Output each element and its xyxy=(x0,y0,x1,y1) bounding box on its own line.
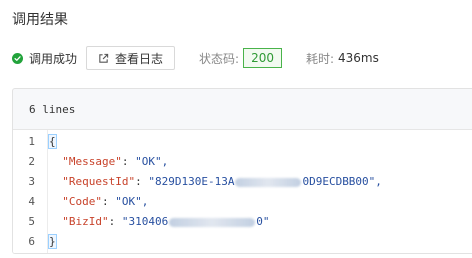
json-value-start: "829D130E-13A xyxy=(148,175,235,188)
redacted-blur xyxy=(169,217,256,227)
elapsed-time-value: 436ms xyxy=(338,51,379,65)
view-log-label: 查看日志 xyxy=(115,51,164,66)
page-title: 调用结果 xyxy=(12,12,68,28)
call-status-text: 调用成功 xyxy=(29,51,78,66)
view-log-button[interactable]: 查看日志 xyxy=(86,46,176,70)
line-number: 4 xyxy=(28,195,35,208)
code-line: 2 "Message": "OK", xyxy=(13,152,472,172)
json-key: "RequestId" xyxy=(62,175,136,188)
line-number: 2 xyxy=(28,155,35,168)
redacted-blur xyxy=(235,177,302,187)
line-number: 3 xyxy=(28,175,35,188)
check-circle-icon xyxy=(12,52,23,64)
json-key: "Message" xyxy=(62,155,122,168)
json-key: "Code" xyxy=(62,195,102,208)
close-brace: } xyxy=(48,234,57,249)
json-value-start: "310406 xyxy=(121,215,169,228)
json-key: "BizId" xyxy=(62,215,109,228)
response-panel: 6 lines 1 { 2 "Message": "OK", 3 "Reques… xyxy=(12,88,472,254)
json-value: "OK", xyxy=(115,195,149,208)
json-code-view[interactable]: 1 { 2 "Message": "OK", 3 "RequestId": "8… xyxy=(13,130,472,253)
open-brace: { xyxy=(48,134,57,149)
line-number: 6 xyxy=(28,235,35,248)
line-number: 5 xyxy=(28,215,35,228)
line-number: 1 xyxy=(28,135,35,148)
status-code-label: 状态码: xyxy=(199,51,240,66)
line-count: 6 lines xyxy=(29,102,76,116)
code-line: 1 { xyxy=(13,132,472,152)
external-link-icon xyxy=(99,53,109,63)
code-line: 5 "BizId": "310406 0" xyxy=(13,212,472,232)
json-value-end: 0D9ECDBB00", xyxy=(302,175,382,188)
json-value-end: 0" xyxy=(256,215,270,228)
result-toolbar: 调用成功 查看日志 状态码: 200 耗时: 436ms xyxy=(12,46,379,70)
code-line: 3 "RequestId": "829D130E-13A 0D9ECDBB00", xyxy=(13,172,472,192)
status-code-badge: 200 xyxy=(243,48,282,68)
elapsed-time-label: 耗时: xyxy=(305,51,335,66)
line-count-header: 6 lines xyxy=(13,89,472,130)
json-value: "OK", xyxy=(135,155,169,168)
call-status: 调用成功 xyxy=(12,50,77,67)
code-line: 6 } xyxy=(13,232,472,252)
code-line: 4 "Code": "OK", xyxy=(13,192,472,212)
